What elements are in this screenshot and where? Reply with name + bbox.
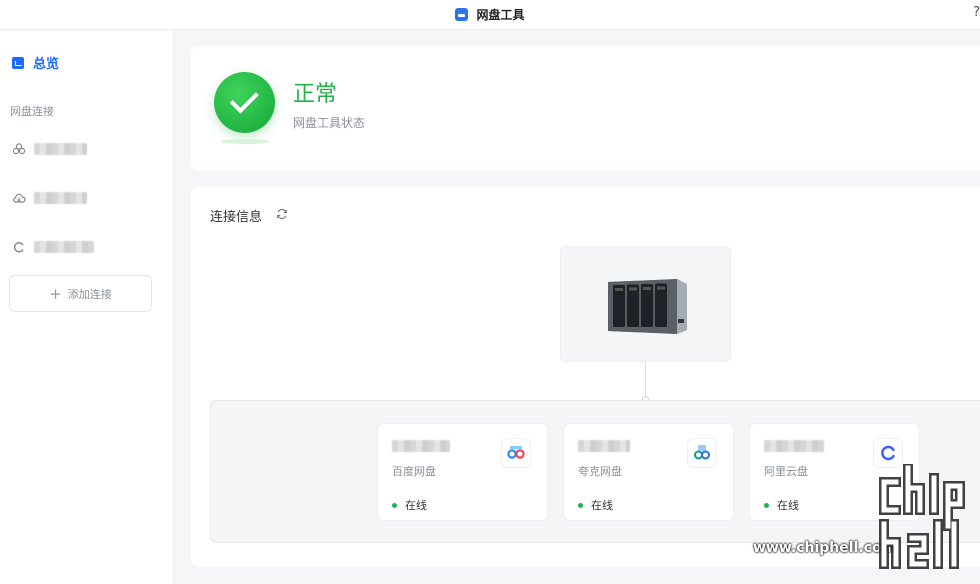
drive-name-redacted <box>578 440 630 452</box>
check-icon-shadow <box>221 139 269 144</box>
section-label: 网盘连接 <box>10 105 54 118</box>
connection-name-redacted <box>34 241 94 253</box>
overview-icon <box>12 56 24 69</box>
online-dot-icon <box>578 502 583 508</box>
drive-provider: 夸克网盘 <box>578 465 622 478</box>
baidu-netdisk-icon <box>501 438 531 468</box>
add-connection-button[interactable]: + 添加连接 <box>9 275 152 312</box>
sidebar-item-overview[interactable]: 总览 <box>12 53 59 72</box>
connection-info-card: 连接信息 百度网盘 在线 夸克网盘 在线 阿里云盘 在线 <box>191 186 980 567</box>
check-icon <box>214 72 275 133</box>
drive-provider: 阿里云盘 <box>764 465 808 478</box>
connection-name-redacted <box>34 143 87 155</box>
nas-device-icon <box>608 279 687 334</box>
status-card: 正常 网盘工具状态 <box>191 46 980 171</box>
connection-info-title: 连接信息 <box>210 210 263 225</box>
drive-provider: 百度网盘 <box>392 465 436 478</box>
sidebar-connection-1[interactable] <box>12 139 87 159</box>
sidebar-connection-2[interactable] <box>12 188 87 208</box>
online-dot-icon <box>764 502 769 508</box>
drive-name-redacted <box>764 440 824 452</box>
cloud-icon <box>12 191 26 205</box>
drive-card-baidu[interactable]: 百度网盘 在线 <box>377 423 548 521</box>
window-title: 网盘工具 <box>476 8 525 22</box>
sidebar-connection-3[interactable] <box>12 237 94 257</box>
drive-status: 在线 <box>578 497 613 513</box>
drive-status: 在线 <box>392 497 427 513</box>
drive-status: 在线 <box>764 497 799 513</box>
add-connection-label: 添加连接 <box>67 287 112 301</box>
drive-status-label: 在线 <box>591 499 613 512</box>
baidu-cloud-icon <box>12 142 26 156</box>
status-title: 正常 <box>293 82 338 107</box>
plus-icon: + <box>49 284 62 303</box>
drive-status-label: 在线 <box>405 499 427 512</box>
title-bar: 网盘工具 ? <box>0 0 980 30</box>
status-subtitle: 网盘工具状态 <box>293 116 366 130</box>
connection-name-redacted <box>34 192 87 204</box>
aliyun-icon <box>12 240 26 254</box>
app-icon <box>455 8 469 21</box>
drives-area: 百度网盘 在线 夸克网盘 在线 阿里云盘 在线 <box>210 400 980 543</box>
drive-card-quark[interactable]: 夸克网盘 在线 <box>563 423 734 521</box>
quark-netdisk-icon <box>687 438 717 468</box>
sidebar-item-label: 总览 <box>33 57 60 72</box>
nas-device-box <box>560 246 731 362</box>
drive-status-label: 在线 <box>777 499 799 512</box>
drive-name-redacted <box>392 440 450 452</box>
online-dot-icon <box>392 502 397 508</box>
help-icon[interactable]: ? <box>973 5 980 20</box>
sidebar: 总览 网盘连接 + 添加连接 <box>0 31 174 584</box>
chiphell-watermark-logo <box>879 464 965 569</box>
refresh-icon[interactable] <box>276 208 288 220</box>
connection-line <box>645 362 646 399</box>
watermark-url: www.chiphell.com <box>753 540 897 556</box>
